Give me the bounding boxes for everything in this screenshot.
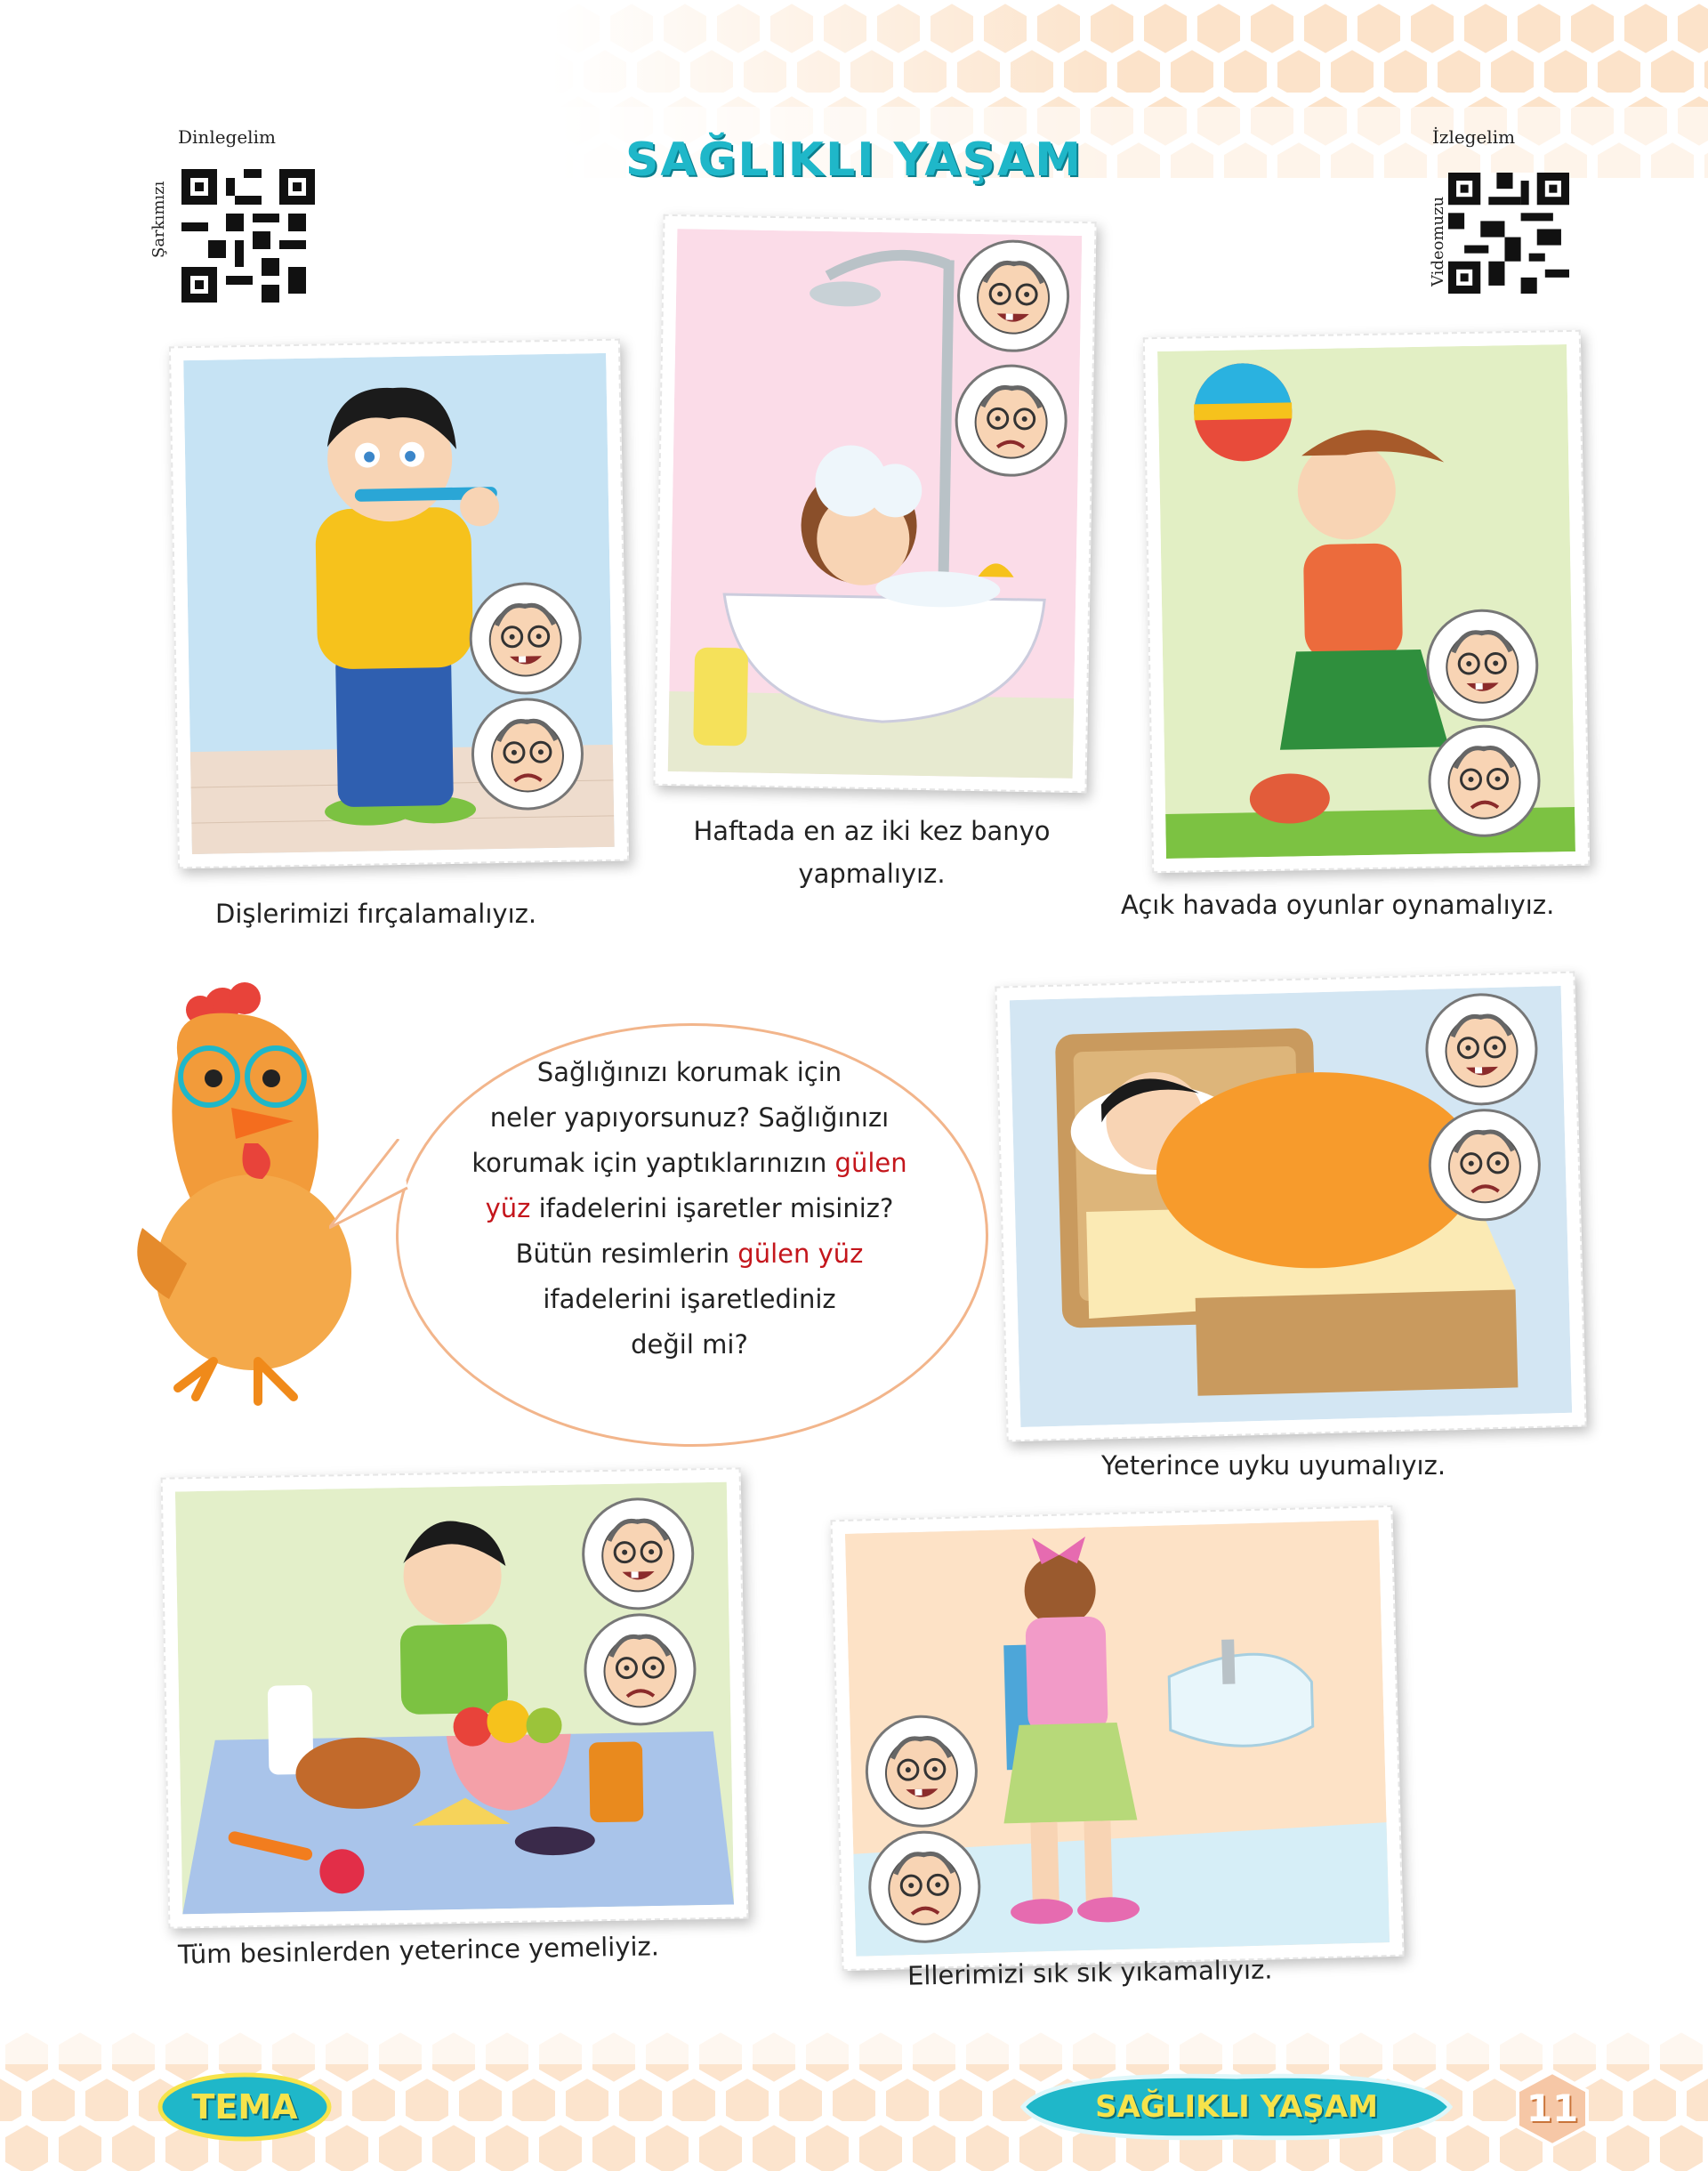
sad-glyph-icon [1447,746,1521,819]
bubble-highlight-yuz: yüz [485,1193,531,1223]
bubble-line-3-text: korumak için yaptıklarınızın [471,1148,835,1178]
bubble-line-7: değil mi? [631,1329,748,1360]
bubble-line-5-text: Bütün resimlerin [515,1239,738,1269]
smiley-glyph-icon [488,602,562,677]
bubble-line-5: Bütün resimlerin gülen yüz [418,1231,961,1277]
bubble-line-6: ifadelerini işaretlediniz [543,1284,836,1314]
bubble-text: Sağlığınızı korumak için neler yapıyorsu… [418,1050,961,1368]
caption-eating: Tüm besinlerden yeterince yemeliyiz. [177,1931,660,1970]
qr-left-caption: Dinlegelim [178,126,276,148]
sad-face-icon[interactable] [954,363,1068,478]
bubble-line-4-text: ifadelerini işaretler misiniz? [530,1193,894,1223]
smiley-glyph-icon [884,1736,958,1810]
smiley-glyph-icon [1446,630,1519,704]
caption-playing-outside: Açık havada oyunlar oynamalıyız. [1121,890,1555,920]
card-playing-outside [1142,329,1591,874]
caption-bathing-line1: Haftada en az iki kez banyo [693,816,1051,846]
tema-badge: TEMA [156,2071,334,2143]
smiley-face-icon[interactable] [581,1497,696,1611]
smiley-glyph-icon [977,261,1051,335]
sad-face-icon[interactable] [470,697,585,811]
bubble-line-1: Sağlığınızı korumak için [536,1057,842,1087]
sad-glyph-icon [491,718,565,793]
speech-bubble-tail [329,1139,408,1230]
qr-code-left[interactable] [181,169,315,303]
bubble-line-2: neler yapıyorsunuz? Sağlığınızı [489,1102,890,1133]
theme-name-label: SAĞLIKLI YAŞAM [1095,2089,1378,2125]
sad-face-icon[interactable] [1427,723,1542,838]
caption-brushing-teeth: Dişlerimizi fırçalamalıyız. [215,899,537,929]
tema-label: TEMA [191,2087,298,2127]
card-brushing-teeth [168,338,630,869]
bubble-highlight-gulen-yuz: gülen yüz [737,1239,864,1269]
qr-right-side-label: Videomuzu [1429,196,1447,287]
bubble-line-3: korumak için yaptıklarınızın gülen [418,1141,961,1186]
smiley-face-icon[interactable] [468,581,583,696]
sad-face-icon[interactable] [866,1829,982,1945]
smiley-face-icon[interactable] [956,238,1071,353]
sad-glyph-icon [888,1852,962,1925]
smiley-glyph-icon [1445,1013,1519,1088]
sad-glyph-icon [603,1634,677,1708]
card-bathing [653,214,1097,794]
card-washing-hands [830,1505,1405,1972]
caption-bathing-line2: yapmalıyız. [798,859,946,889]
qr-code-right[interactable] [1448,173,1569,294]
caption-sleeping: Yeterince uyku uyumalıyız. [1101,1450,1446,1481]
smiley-face-icon[interactable] [1423,991,1540,1107]
smiley-glyph-icon [601,1518,675,1593]
smiley-face-icon[interactable] [864,1714,979,1829]
sad-glyph-icon [974,385,1048,459]
caption-washing-hands: Ellerimizi sık sık yıkamalıyız. [906,1954,1273,1991]
theme-name-badge: SAĞLIKLI YAŞAM [1014,2071,1459,2143]
page-number-badge: 11 [1512,2069,1592,2149]
card-sleeping [995,971,1587,1442]
bubble-line-4: yüz ifadelerini işaretler misiniz? [418,1186,961,1231]
card-eating [160,1467,749,1929]
sad-glyph-icon [1447,1129,1521,1204]
sad-face-icon[interactable] [583,1612,697,1727]
caption-bathing: Haftada en az iki kez banyo yapmalıyız. [658,810,1085,895]
sad-face-icon[interactable] [1427,1107,1543,1223]
qr-left-side-label: Şarkımızı [149,181,168,258]
smiley-face-icon[interactable] [1425,608,1540,722]
page-number: 11 [1526,2086,1579,2130]
qr-right-caption: İzlegelim [1432,126,1516,148]
bubble-highlight-gulen: gülen [834,1148,907,1178]
